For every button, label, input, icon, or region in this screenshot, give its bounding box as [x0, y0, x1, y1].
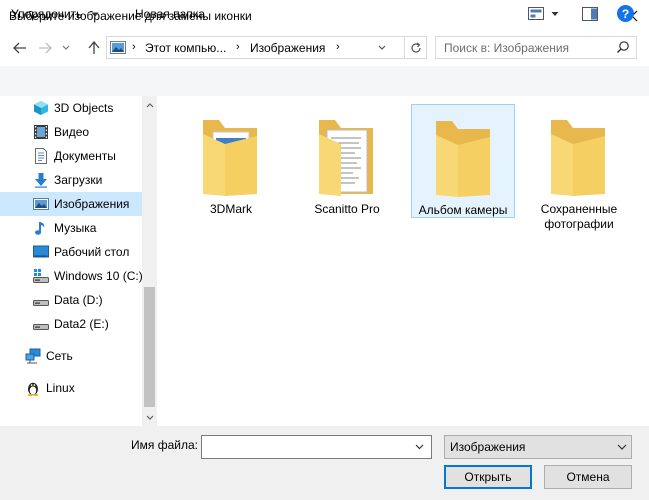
pictures-icon	[110, 41, 126, 54]
chevron-down-icon	[378, 45, 386, 50]
sidebar-item-label: Windows 10 (C:)	[54, 269, 143, 283]
sidebar-item-network[interactable]: Сеть	[0, 344, 142, 368]
sidebar-item-label: Видео	[54, 125, 90, 139]
open-button[interactable]: Открыть	[444, 465, 532, 489]
sidebar-item-documents[interactable]: Документы	[0, 144, 142, 168]
sidebar-item-data2-drive[interactable]: Data2 (E:)	[0, 312, 142, 336]
scroll-down-button[interactable]	[142, 410, 157, 424]
sidebar-item-label: Документы	[54, 149, 116, 163]
preview-pane-button[interactable]	[582, 7, 598, 24]
folder-item-saved-pictures[interactable]: Сохраненные фотографии	[527, 104, 631, 231]
breadcrumb-separator[interactable]: ›	[132, 41, 136, 53]
sidebar-item-label: Data2 (E:)	[54, 317, 109, 331]
up-button[interactable]	[83, 37, 105, 59]
file-type-value: Изображения	[450, 440, 526, 454]
sidebar-item-music[interactable]: Музыка	[0, 216, 142, 240]
folder-label: Сохраненные фотографии	[540, 202, 618, 231]
new-folder-button[interactable]: Новая папка	[135, 7, 205, 21]
drive-icon	[33, 324, 49, 330]
change-view-button[interactable]	[528, 7, 544, 23]
sidebar-item-label: Музыка	[54, 221, 97, 235]
folder-icon	[203, 120, 257, 196]
sidebar-item-3d-objects[interactable]: 3D Objects	[0, 96, 142, 120]
folder-icon	[551, 120, 605, 196]
breadcrumb-this-pc[interactable]: Этот компью...	[145, 41, 226, 55]
sidebar-item-video[interactable]: Видео	[0, 120, 142, 144]
breadcrumb-separator[interactable]: ›	[336, 41, 340, 53]
search-placeholder[interactable]: Поиск в: Изображения	[444, 41, 569, 55]
organize-button[interactable]: Упорядочить	[11, 7, 99, 21]
chevron-down-icon	[551, 12, 559, 16]
pictures-icon	[33, 198, 49, 210]
sidebar-item-windows-drive[interactable]: Windows 10 (C:)	[0, 264, 143, 288]
sidebar-item-label: Data (D:)	[54, 293, 103, 307]
scroll-up-button[interactable]	[142, 98, 157, 112]
navigation-pane: 3D Objects Видео Документы Загрузки Изоб…	[0, 96, 157, 426]
filename-history-dropdown[interactable]	[409, 437, 429, 457]
help-button[interactable]: ?	[617, 5, 634, 22]
back-button[interactable]	[9, 37, 31, 59]
view-icon	[528, 7, 544, 20]
music-icon	[35, 222, 45, 235]
recent-locations-button[interactable]	[58, 37, 74, 59]
sidebar-item-label: Сеть	[46, 349, 73, 363]
sidebar-item-label: Загрузки	[54, 173, 103, 187]
chevron-up-icon	[146, 102, 153, 107]
network-icon	[25, 348, 41, 364]
sidebar-item-label: Рабочий стол	[54, 245, 130, 259]
chevron-down-icon	[62, 45, 70, 50]
folder-icon	[319, 120, 373, 196]
folder-item-scanitto-pro[interactable]: Scanitto Pro	[295, 104, 399, 218]
arrow-left-icon	[13, 42, 26, 54]
breadcrumb-pictures[interactable]: Изображения	[250, 41, 325, 55]
folder-item-camera-roll[interactable]: Альбом камеры	[411, 104, 515, 218]
filename-label: Имя файла:	[131, 438, 198, 452]
view-options-dropdown[interactable]	[551, 7, 559, 23]
chevron-down-icon	[146, 415, 153, 420]
3d-objects-icon	[34, 101, 48, 115]
refresh-icon	[410, 42, 421, 53]
command-bar	[0, 66, 649, 96]
sidebar-item-data-drive[interactable]: Data (D:)	[0, 288, 142, 312]
system-drive-icon	[33, 269, 49, 283]
sidebar-item-pictures[interactable]: Изображения	[0, 192, 142, 216]
arrow-up-icon	[88, 41, 100, 54]
folder-label: 3DMark	[209, 202, 252, 216]
sidebar-item-label: 3D Objects	[54, 101, 114, 115]
sidebar-item-label: Linux	[46, 381, 75, 395]
arrow-right-icon	[39, 42, 52, 54]
sidebar-item-downloads[interactable]: Загрузки	[0, 168, 142, 192]
preview-pane-icon	[582, 7, 598, 21]
filename-input[interactable]	[201, 435, 432, 459]
chevron-down-icon	[91, 12, 99, 17]
forward-button[interactable]	[34, 37, 56, 59]
sidebar-item-label: Изображения	[54, 197, 130, 211]
folder-icon	[436, 121, 490, 197]
file-type-select[interactable]: Изображения	[444, 435, 632, 459]
search-box[interactable]: Поиск в: Изображения	[435, 36, 637, 59]
sidebar-item-linux[interactable]: Linux	[0, 376, 142, 400]
refresh-button[interactable]	[404, 37, 426, 58]
linux-icon	[27, 382, 39, 396]
organize-label: Упорядочить	[11, 7, 83, 21]
documents-icon	[35, 148, 47, 164]
drive-icon	[33, 300, 49, 306]
scrollbar-thumb[interactable]	[144, 287, 155, 407]
desktop-icon	[33, 245, 49, 258]
video-icon	[34, 125, 48, 139]
folder-item-3dmark[interactable]: 3DMark	[179, 104, 283, 218]
address-dropdown-button[interactable]	[373, 37, 391, 58]
downloads-icon	[35, 173, 47, 188]
folder-label: Альбом камеры	[418, 203, 508, 217]
breadcrumb-separator[interactable]: ›	[236, 41, 240, 53]
search-icon[interactable]	[616, 40, 630, 54]
file-list: 3DMark Scanitto Pro Альбом камеры Сохран…	[157, 96, 649, 426]
chevron-down-icon	[617, 444, 627, 450]
folder-label: Scanitto Pro	[314, 202, 380, 216]
cancel-button[interactable]: Отмена	[544, 465, 632, 489]
chevron-down-icon	[415, 444, 423, 450]
sidebar-item-desktop[interactable]: Рабочий стол	[0, 240, 142, 264]
address-bar[interactable]: › Этот компью... › Изображения ›	[106, 36, 427, 59]
